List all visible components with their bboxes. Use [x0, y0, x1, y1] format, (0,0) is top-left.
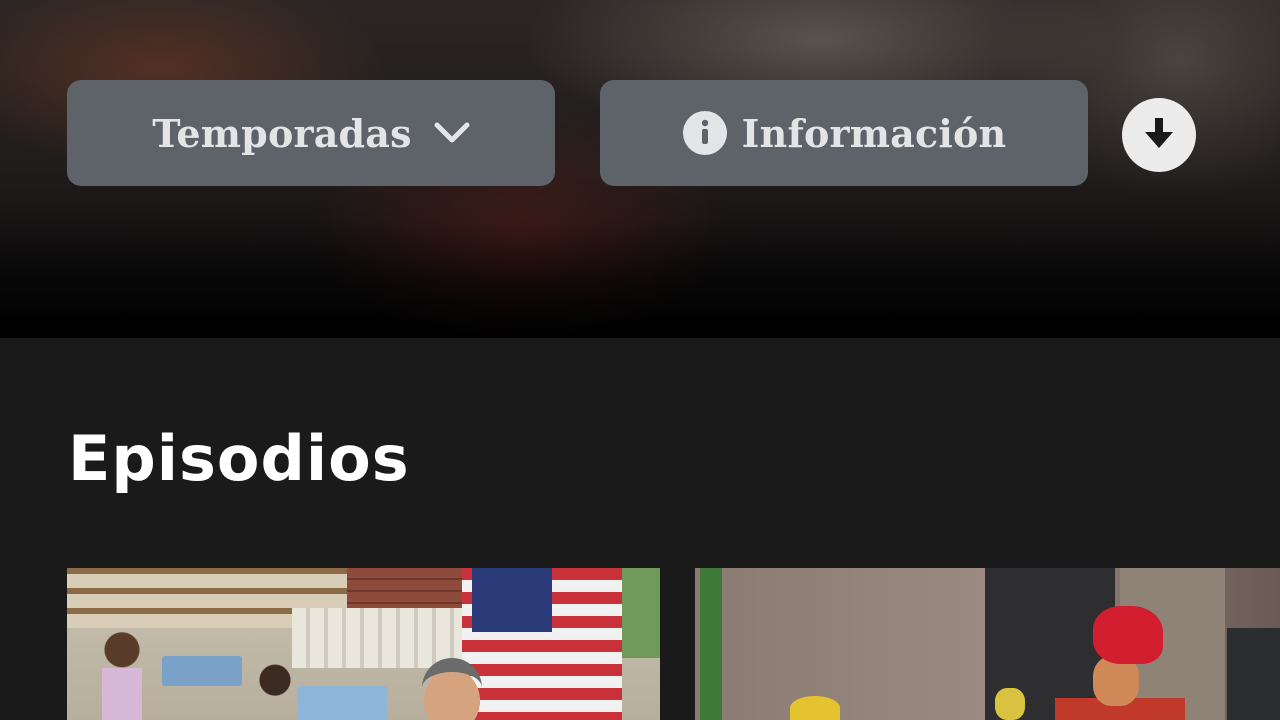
episode-thumbnail[interactable] [67, 568, 660, 720]
info-icon [682, 110, 728, 156]
info-label: Información [741, 110, 1007, 156]
scene-flag-stars [472, 568, 552, 632]
episodes-heading: Episodios [68, 422, 410, 495]
scene-figure-hair [1093, 606, 1163, 664]
seasons-label: Temporadas [152, 110, 412, 156]
scene-yellow-figure [790, 696, 840, 720]
chevron-down-icon [434, 122, 470, 144]
scene-yellow-object [995, 688, 1025, 720]
scene-desk-2 [297, 686, 387, 720]
scene-desk [162, 656, 242, 686]
scene-dark-panel [1227, 628, 1280, 720]
scene-figure [102, 630, 142, 720]
seasons-dropdown-button[interactable]: Temporadas [67, 80, 555, 186]
scene-figure-2 [257, 663, 293, 720]
download-icon [1140, 114, 1178, 156]
episode-thumbnail[interactable] [695, 568, 1280, 720]
download-button[interactable] [1122, 98, 1196, 172]
hero-fade-overlay [0, 220, 1280, 338]
info-button[interactable]: Información [600, 80, 1088, 186]
scene-figure-head [422, 658, 482, 720]
scene-green-strip [700, 568, 722, 720]
